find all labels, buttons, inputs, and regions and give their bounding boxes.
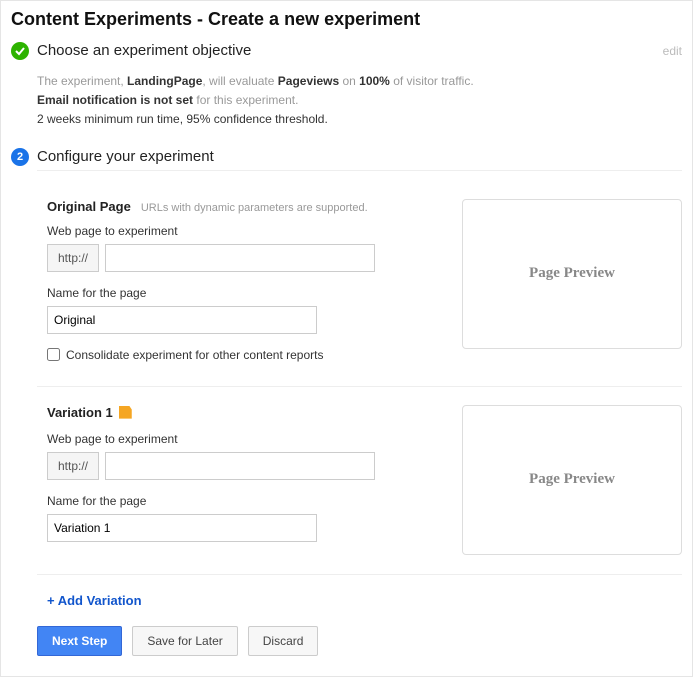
experiment-wizard: Content Experiments - Create a new exper… bbox=[0, 0, 693, 677]
step-number-icon: 2 bbox=[11, 148, 29, 166]
consolidate-label: Consolidate experiment for other content… bbox=[66, 348, 323, 362]
summary-text: The experiment, bbox=[37, 74, 127, 88]
step-configure: 2 Configure your experiment bbox=[11, 148, 682, 166]
step-objective: Choose an experiment objective edit bbox=[11, 42, 682, 60]
variation-url-input[interactable] bbox=[105, 452, 375, 480]
original-url-input[interactable] bbox=[105, 244, 375, 272]
summary-text: , will evaluate bbox=[202, 74, 277, 88]
edit-link[interactable]: edit bbox=[663, 44, 682, 58]
save-for-later-button[interactable]: Save for Later bbox=[132, 626, 237, 656]
name-label: Name for the page bbox=[47, 286, 442, 300]
name-label: Name for the page bbox=[47, 494, 442, 508]
protocol-prefix[interactable]: http:// bbox=[47, 452, 99, 480]
add-variation-link[interactable]: + Add Variation bbox=[47, 593, 142, 608]
next-step-button[interactable]: Next Step bbox=[37, 626, 122, 656]
email-status: Email notification is not set bbox=[37, 93, 193, 107]
original-name-input[interactable] bbox=[47, 306, 317, 334]
step-objective-summary: The experiment, LandingPage, will evalua… bbox=[37, 72, 682, 130]
check-icon bbox=[11, 42, 29, 60]
summary-text: on bbox=[339, 74, 359, 88]
button-row: Next Step Save for Later Discard bbox=[37, 626, 682, 656]
metric-name: Pageviews bbox=[278, 74, 339, 88]
step-configure-title: Configure your experiment bbox=[37, 148, 214, 165]
step-objective-title: Choose an experiment objective bbox=[37, 42, 251, 59]
traffic-pct: 100% bbox=[359, 74, 390, 88]
url-label: Web page to experiment bbox=[47, 224, 442, 238]
summary-text: of visitor traffic. bbox=[390, 74, 474, 88]
variation-1-section: Variation 1 Web page to experiment http:… bbox=[37, 386, 682, 574]
url-label: Web page to experiment bbox=[47, 432, 442, 446]
summary-text: for this experiment. bbox=[193, 93, 298, 107]
page-title: Content Experiments - Create a new exper… bbox=[11, 9, 682, 30]
original-hint: URLs with dynamic parameters are support… bbox=[141, 202, 368, 214]
consolidate-checkbox[interactable] bbox=[47, 348, 60, 361]
note-icon bbox=[119, 406, 132, 419]
page-preview: Page Preview bbox=[462, 199, 682, 349]
discard-button[interactable]: Discard bbox=[248, 626, 319, 656]
original-heading: Original Page bbox=[47, 199, 131, 214]
variation-name-input[interactable] bbox=[47, 514, 317, 542]
configure-body: Original Page URLs with dynamic paramete… bbox=[37, 181, 682, 574]
original-page-section: Original Page URLs with dynamic paramete… bbox=[37, 181, 682, 386]
protocol-prefix[interactable]: http:// bbox=[47, 244, 99, 272]
experiment-name: LandingPage bbox=[127, 74, 202, 88]
threshold-text: 2 weeks minimum run time, 95% confidence… bbox=[37, 110, 682, 129]
variation-heading: Variation 1 bbox=[47, 405, 113, 420]
page-preview: Page Preview bbox=[462, 405, 682, 555]
